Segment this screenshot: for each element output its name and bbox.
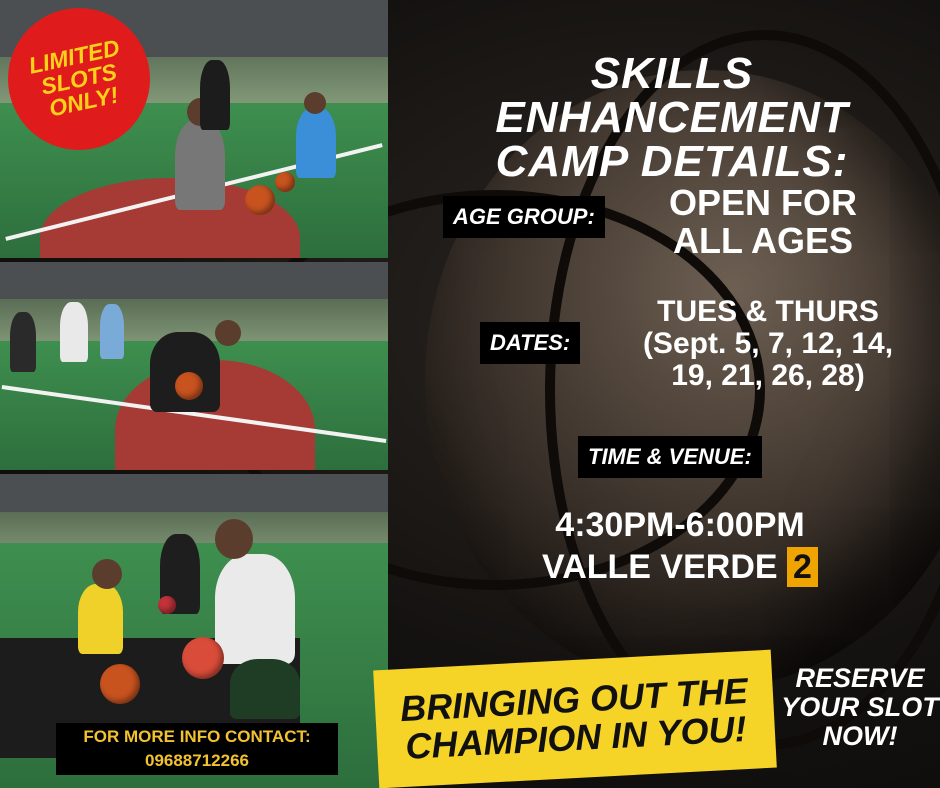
slogan-banner: BRINGING OUT THE CHAMPION IN YOU!	[373, 649, 777, 788]
dates-line-3: 19, 21, 26, 28)	[671, 359, 865, 392]
time-venue-label: TIME & VENUE:	[578, 436, 762, 478]
age-value-line-1: OPEN FOR	[668, 182, 857, 223]
contact-phone[interactable]: 09688712266	[56, 749, 338, 773]
camp-poster: LIMITED SLOTS ONLY! SKILLS ENHANCEMENT C…	[0, 0, 940, 788]
time-venue-value: 4:30PM-6:00PM VALLE VERDE 2	[510, 504, 850, 588]
cta-line-1: RESERVE	[795, 663, 925, 693]
title-line-1: SKILLS ENHANCEMENT	[495, 49, 849, 142]
reserve-call-to-action: RESERVE YOUR SLOT NOW!	[780, 664, 940, 751]
age-group-label: AGE GROUP:	[443, 196, 605, 238]
training-photo-2	[0, 262, 388, 470]
limited-slots-badge: LIMITED SLOTS ONLY!	[8, 8, 150, 150]
camp-venue: VALLE VERDE 2	[510, 546, 850, 588]
contact-info: FOR MORE INFO CONTACT: 09688712266	[56, 723, 338, 775]
cta-line-3: NOW!	[822, 721, 898, 751]
contact-label: FOR MORE INFO CONTACT:	[83, 727, 311, 746]
venue-name: VALLE VERDE	[542, 548, 778, 586]
cta-line-2: YOUR SLOT	[781, 692, 939, 722]
dates-value: TUES & THURS (Sept. 5, 7, 12, 14, 19, 21…	[603, 296, 933, 392]
age-group-value: OPEN FOR ALL AGES	[618, 184, 908, 260]
title-line-2: CAMP DETAILS:	[495, 137, 849, 186]
age-value-line-2: ALL AGES	[672, 220, 854, 261]
camp-time: 4:30PM-6:00PM	[555, 506, 805, 544]
dates-line-2: (Sept. 5, 7, 12, 14,	[642, 327, 894, 360]
poster-title: SKILLS ENHANCEMENT CAMP DETAILS:	[412, 52, 932, 184]
dates-label: DATES:	[480, 322, 581, 364]
venue-number: 2	[787, 547, 818, 587]
dates-line-1: TUES & THURS	[657, 295, 879, 328]
